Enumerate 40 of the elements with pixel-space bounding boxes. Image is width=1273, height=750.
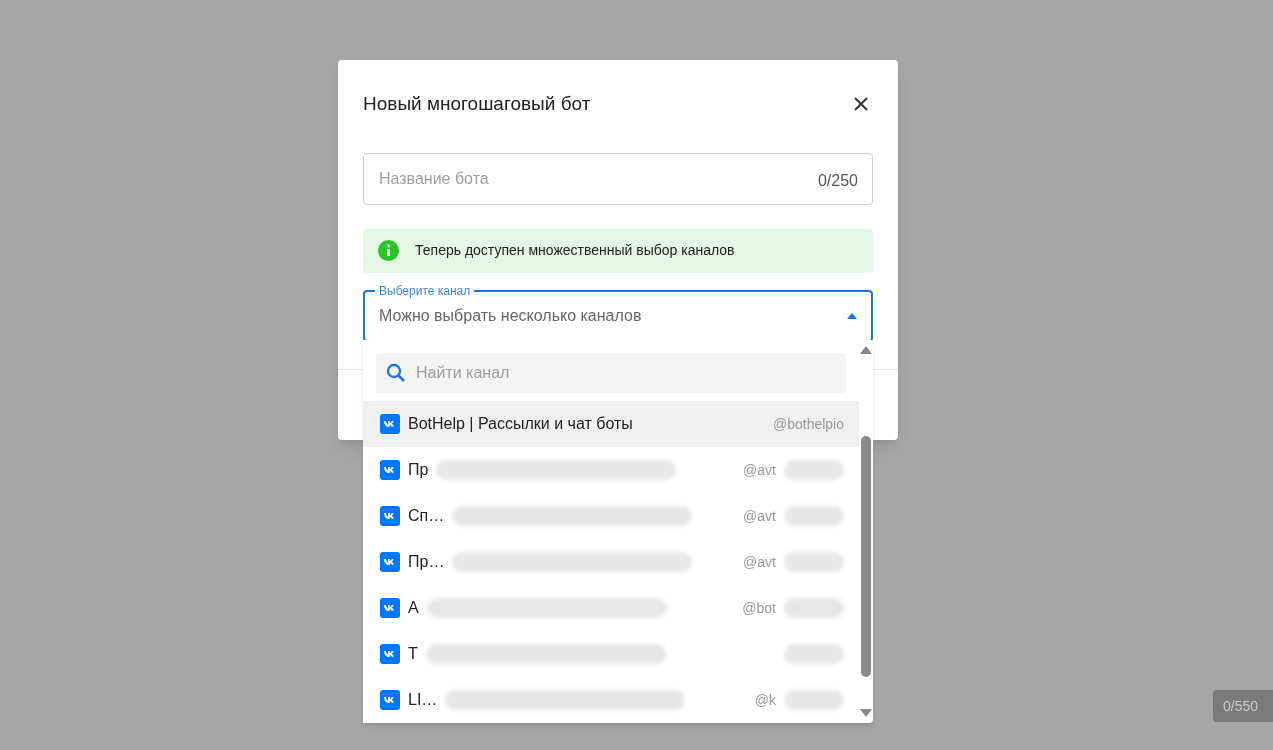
select-placeholder: Можно выбрать несколько каналов — [379, 305, 642, 326]
redaction-blur — [784, 690, 844, 710]
redaction-blur — [784, 644, 844, 664]
channel-handle: @avt — [743, 506, 776, 526]
channel-handle: @bot — [742, 598, 776, 618]
counter-badge: 0/550 — [1213, 690, 1273, 722]
vk-logo-icon — [380, 598, 400, 618]
vk-logo-icon — [380, 644, 400, 664]
channel-name: LI… — [408, 690, 438, 710]
vk-logo-icon — [380, 690, 400, 710]
channel-name: Пр — [408, 460, 429, 480]
channel-handle: @avt — [743, 552, 776, 572]
channel-handle: @bothelpio — [772, 414, 844, 434]
redaction-blur — [784, 460, 844, 480]
vk-logo-icon — [380, 506, 400, 526]
select-label: Выберите канал — [375, 282, 475, 299]
search-field[interactable]: Найти канал — [376, 353, 846, 393]
scroll-up-icon[interactable] — [860, 346, 872, 354]
vk-logo-icon — [380, 460, 400, 480]
channel-name: Т — [408, 644, 418, 664]
channel-name: А — [408, 598, 419, 618]
info-icon — [378, 240, 399, 261]
channel-name: Сп… — [408, 506, 445, 526]
channel-name: BotHelp | Рассылки и чат боты — [408, 414, 633, 434]
channel-name: Пр… — [408, 552, 445, 572]
redaction-blur — [784, 598, 844, 618]
channel-option[interactable]: LI… @k — [363, 677, 859, 723]
channel-option[interactable]: BotHelp | Рассылки и чат боты @bothelpio — [363, 401, 859, 447]
channel-handle: @avt — [743, 460, 776, 480]
redaction-blur — [784, 552, 844, 572]
channel-handle: @k — [754, 690, 776, 710]
redaction-blur — [784, 506, 844, 526]
vk-logo-icon — [380, 414, 400, 434]
scrollbar-thumb[interactable] — [861, 436, 871, 677]
search-icon — [386, 363, 406, 383]
scroll-down-icon[interactable] — [860, 709, 872, 717]
dialog-title: Новый многошаговый бот — [363, 92, 591, 116]
vk-logo-icon — [380, 552, 400, 572]
character-counter: 0/250 — [817, 170, 858, 191]
notice-text: Теперь доступен множественный выбор каналов — [415, 241, 735, 260]
